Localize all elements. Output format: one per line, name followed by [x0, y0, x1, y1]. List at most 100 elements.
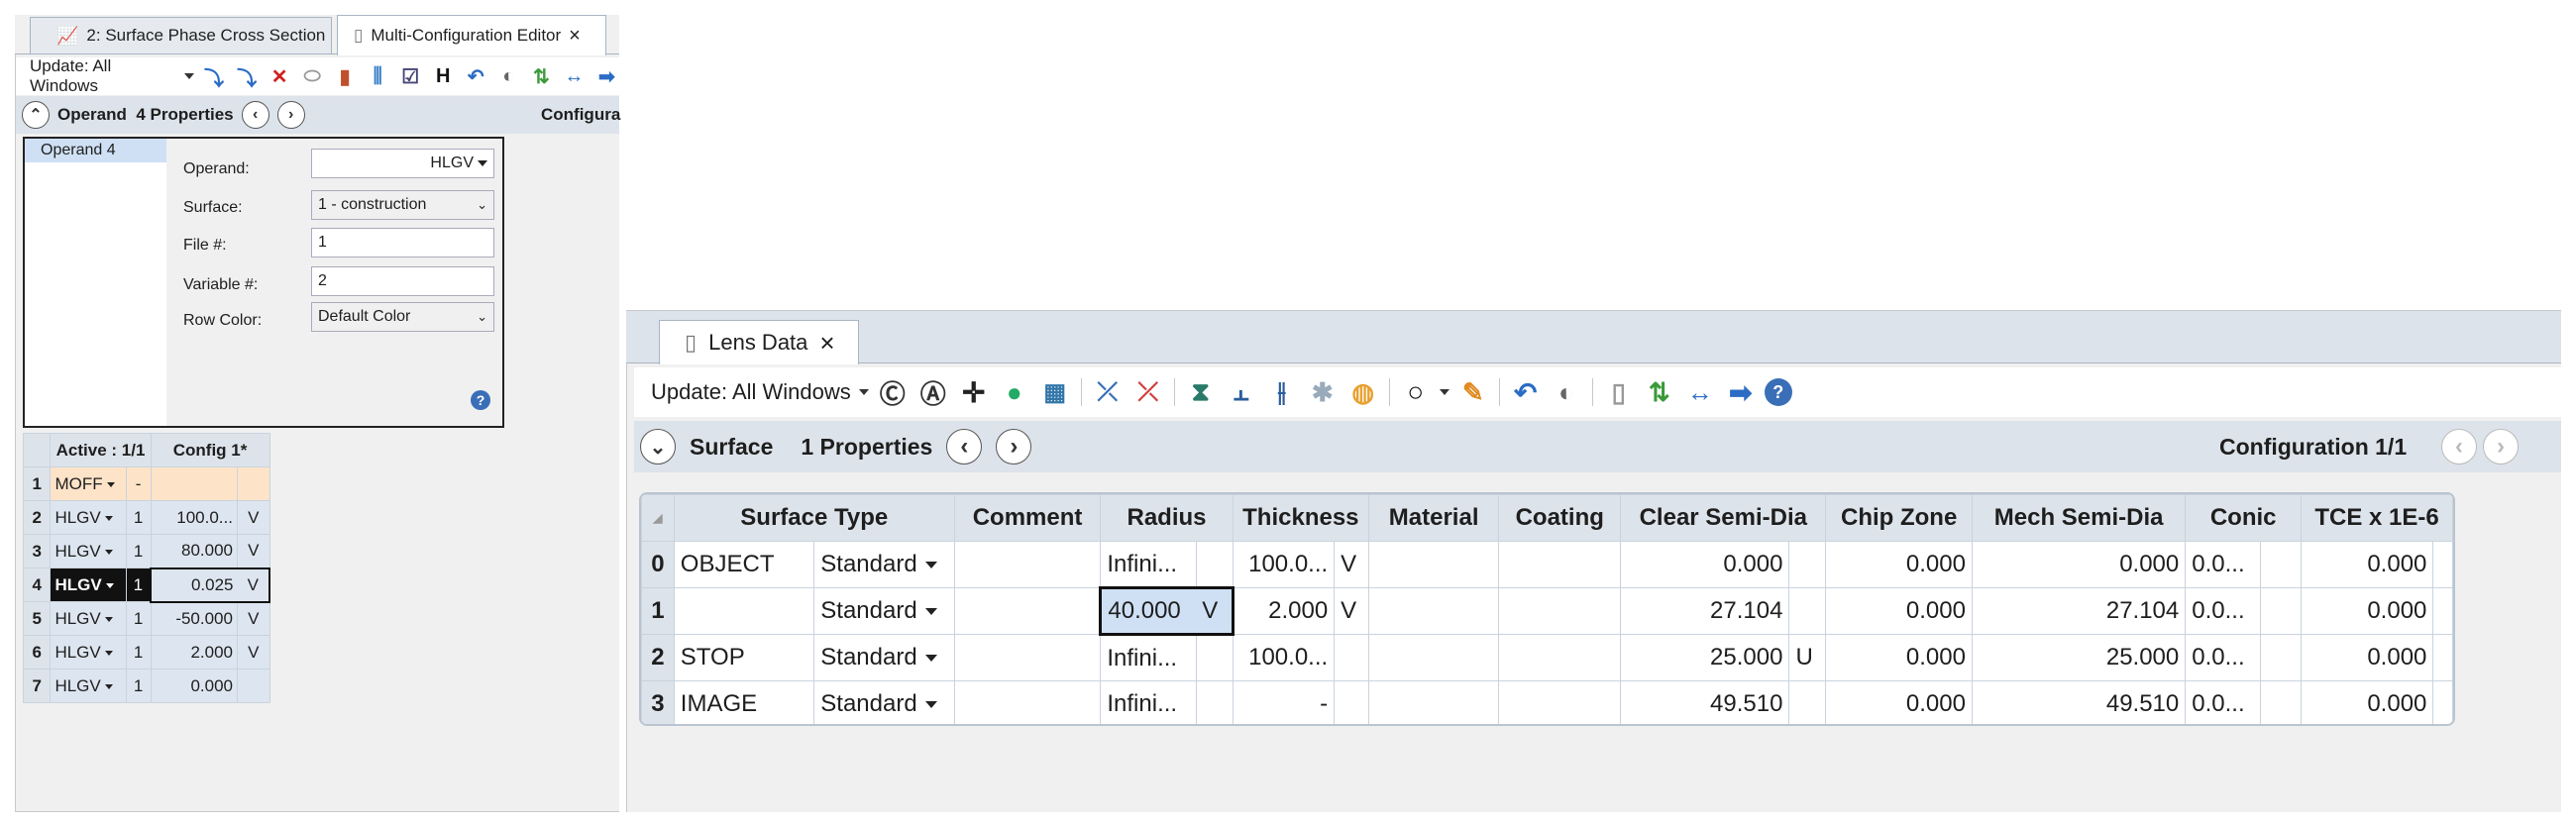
thickness-solve-cell[interactable]: V: [1334, 541, 1370, 588]
mech-semi-dia-cell[interactable]: 0.000: [1971, 541, 2187, 588]
close-icon[interactable]: ×: [819, 328, 834, 359]
make-thermal-icon[interactable]: ▮: [333, 63, 358, 89]
header-mech-semi-dia[interactable]: Mech Semi-Dia: [1971, 494, 2187, 542]
clear-semi-dia-solve-cell[interactable]: U: [1788, 634, 1827, 681]
prev-config-button[interactable]: ‹: [2441, 429, 2477, 465]
next-operand-button[interactable]: ›: [276, 101, 305, 129]
solve-cell[interactable]: [236, 466, 270, 501]
operand-cell[interactable]: MOFF: [50, 466, 127, 501]
conic-solve-cell[interactable]: [2260, 634, 2303, 681]
right-arrow-icon[interactable]: ➡: [1724, 375, 1758, 409]
tce-solve-cell[interactable]: [2432, 587, 2453, 635]
arg-cell[interactable]: 1: [125, 601, 152, 636]
bold-h-icon[interactable]: H: [431, 63, 456, 89]
clear-semi-dia-solve-cell[interactable]: [1788, 587, 1827, 635]
radius-cell-selected[interactable]: 40.000: [1099, 586, 1197, 636]
header-chip-zone[interactable]: Chip Zone: [1825, 494, 1973, 542]
arg-cell[interactable]: 1: [125, 669, 152, 703]
operand-cell[interactable]: HLGV: [50, 601, 127, 636]
value-cell[interactable]: 0.025: [150, 567, 238, 603]
lens-element-icon[interactable]: ⧗: [1184, 375, 1218, 409]
edit-pencil-icon[interactable]: ✎: [1456, 375, 1490, 409]
toggle-icon[interactable]: ◐: [1550, 375, 1583, 409]
chip-zone-cell[interactable]: 0.000: [1825, 680, 1973, 724]
thickness-cell[interactable]: 100.0...: [1232, 541, 1336, 588]
header-clear-semi-dia[interactable]: Clear Semi-Dia: [1620, 494, 1827, 542]
solve-cell[interactable]: V: [236, 635, 270, 670]
active-header[interactable]: Active : 1/1: [50, 433, 152, 467]
solve-cell[interactable]: V: [236, 500, 270, 535]
solve-cell[interactable]: [236, 669, 270, 703]
arg-cell[interactable]: 1: [125, 568, 152, 602]
next-config-button[interactable]: ›: [2483, 429, 2519, 465]
thickness-solve-cell[interactable]: [1334, 634, 1370, 681]
surface-name-cell[interactable]: [673, 587, 815, 635]
update-dropdown[interactable]: Update: All Windows: [651, 379, 869, 405]
conic-solve-cell[interactable]: [2260, 587, 2303, 635]
conic-cell[interactable]: 0.0...: [2185, 634, 2262, 681]
globe-icon[interactable]: ●: [998, 375, 1031, 409]
surface-name-cell[interactable]: IMAGE: [673, 680, 815, 724]
right-arrow-icon[interactable]: ➡: [594, 63, 619, 89]
color-wheel-icon[interactable]: ◍: [1346, 375, 1380, 409]
config-1-header[interactable]: Config 1*: [150, 433, 270, 467]
value-cell[interactable]: [150, 466, 238, 501]
value-cell[interactable]: 0.000: [150, 669, 238, 703]
operand-cell[interactable]: HLGV: [50, 635, 127, 670]
coating-cell[interactable]: [1498, 541, 1622, 588]
header-thickness[interactable]: Thickness: [1232, 494, 1370, 542]
surface-select[interactable]: 1 - construction ⌄: [311, 190, 494, 220]
prev-surface-button[interactable]: ‹: [946, 429, 983, 465]
surface-type-cell[interactable]: Standard: [813, 587, 955, 635]
update-dropdown[interactable]: Update: All Windows: [30, 57, 194, 95]
row-color-select[interactable]: Default Color ⌄: [311, 302, 494, 332]
tab-multi-config[interactable]: ▯ Multi-Configuration Editor ×: [337, 15, 606, 55]
tce-solve-cell[interactable]: [2432, 634, 2453, 681]
conic-cell[interactable]: 0.0...: [2185, 587, 2262, 635]
header-coating[interactable]: Coating: [1498, 494, 1622, 542]
blank-page-icon[interactable]: ▯: [1602, 375, 1636, 409]
comment-cell[interactable]: [953, 634, 1102, 681]
chip-zone-cell[interactable]: 0.000: [1825, 541, 1973, 588]
clear-semi-dia-cell[interactable]: 27.104: [1620, 587, 1790, 635]
radius-cell[interactable]: Infini...: [1100, 680, 1197, 724]
radius-cell[interactable]: Infini...: [1100, 634, 1197, 681]
arg-cell[interactable]: 1: [125, 635, 152, 670]
toggle-icon[interactable]: ◐: [496, 63, 521, 89]
clear-semi-dia-solve-cell[interactable]: [1788, 680, 1827, 724]
thickness-cell[interactable]: 100.0...: [1232, 634, 1336, 681]
mech-semi-dia-cell[interactable]: 49.510: [1971, 680, 2187, 724]
chip-zone-cell[interactable]: 0.000: [1825, 587, 1973, 635]
collapse-icon[interactable]: ↔: [1683, 375, 1717, 409]
tab-lens-data[interactable]: ▯ Lens Data ×: [659, 320, 859, 364]
table-row[interactable]: 6 HLGV 1 2.000 V: [22, 635, 270, 670]
delete-config-icon[interactable]: ✕: [268, 63, 292, 89]
coating-cell[interactable]: [1498, 680, 1622, 724]
thickness-cell[interactable]: -: [1232, 680, 1336, 724]
table-row[interactable]: 1 MOFF -: [22, 466, 270, 501]
remove-ray-icon[interactable]: ⤫: [1131, 375, 1165, 409]
chevron-down-icon[interactable]: [1439, 389, 1449, 395]
aperture-circle-icon[interactable]: ○: [1399, 375, 1433, 409]
header-material[interactable]: Material: [1368, 494, 1500, 542]
material-cell[interactable]: [1368, 680, 1500, 724]
surface-type-cell[interactable]: Standard: [813, 541, 955, 588]
material-cell[interactable]: [1368, 634, 1500, 681]
header-tce[interactable]: TCE x 1E-6: [2301, 494, 2453, 542]
solve-cell[interactable]: V: [236, 601, 270, 636]
surface-name-cell[interactable]: STOP: [673, 634, 815, 681]
table-row[interactable]: 2 STOP Standard Infini... 100.0... 25.00…: [641, 634, 2453, 681]
value-cell[interactable]: 2.000: [150, 635, 238, 670]
conic-solve-cell[interactable]: [2260, 680, 2303, 724]
value-cell[interactable]: 100.0...: [150, 500, 238, 535]
conic-cell[interactable]: 0.0...: [2185, 680, 2262, 724]
operand-cell[interactable]: HLGV: [50, 500, 127, 535]
operand-select[interactable]: HLGV: [311, 149, 494, 178]
radius-solve-cell-selected[interactable]: V: [1196, 586, 1234, 636]
insert-config-after-icon[interactable]: ⤵: [235, 63, 260, 90]
tilt-decenter-icon[interactable]: ⫲: [1265, 375, 1299, 409]
tce-solve-cell[interactable]: [2432, 680, 2453, 724]
mech-semi-dia-cell[interactable]: 25.000: [1971, 634, 2187, 681]
collapse-properties-button[interactable]: ⌃: [22, 101, 50, 129]
close-icon[interactable]: ×: [569, 25, 581, 48]
